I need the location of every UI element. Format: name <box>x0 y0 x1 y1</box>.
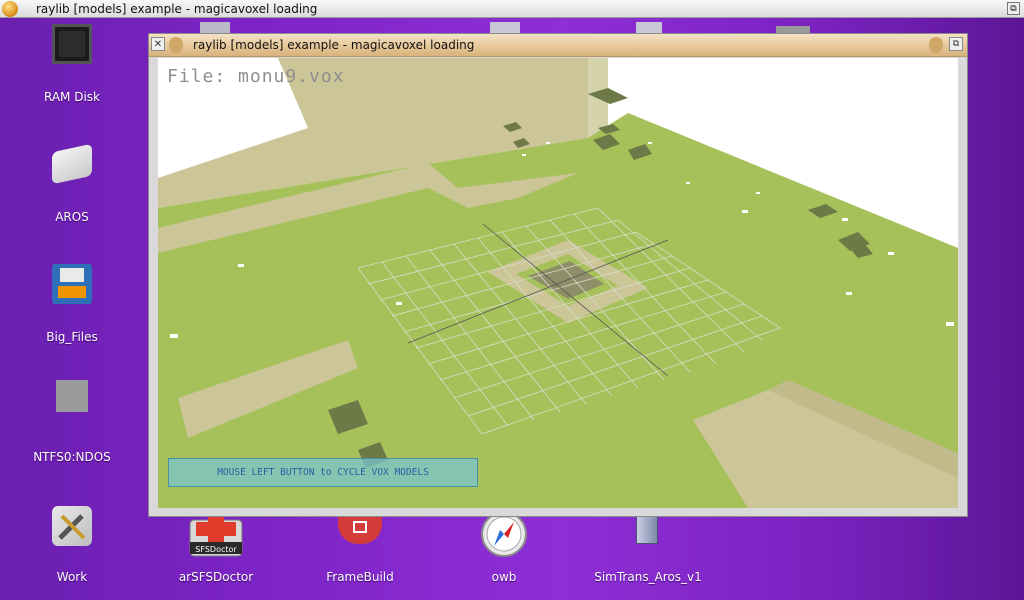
desktop-icon-ntfs0-ndos[interactable]: NTFS0:NDOS <box>12 380 132 470</box>
volume-icon <box>56 380 88 412</box>
screen-depth-icon[interactable]: ⧉ <box>1007 2 1020 15</box>
floppy-stripe <box>58 286 86 298</box>
desktop-icon-label: Big_Files <box>46 330 98 344</box>
sfsdoctor-icon: SFSDoctor <box>186 514 246 560</box>
svg-text:SFSDoctor: SFSDoctor <box>195 545 237 554</box>
close-icon[interactable]: ✕ <box>151 37 165 51</box>
desktop-icon-label: RAM Disk <box>43 90 100 104</box>
desktop-icon-work[interactable]: Work <box>12 504 132 588</box>
desktop-icon-label: AROS <box>55 210 89 224</box>
info-box: MOUSE LEFT BUTTON to CYCLE VOX MODELS <box>168 458 478 487</box>
titlebar-decoration <box>169 37 183 53</box>
wrench-icon <box>58 514 86 540</box>
desktop-icon-label: NTFS0:NDOS <box>33 450 111 464</box>
titlebar-decoration <box>929 37 943 53</box>
desktop-icon-label: arSFSDoctor <box>178 570 254 584</box>
chip-icon <box>52 24 92 64</box>
window-title: raylib [models] example - magicavoxel lo… <box>193 38 475 52</box>
screen-title: raylib [models] example - magicavoxel lo… <box>36 2 318 16</box>
desktop-icon-label: owb <box>491 570 517 584</box>
aros-orb-icon[interactable] <box>2 1 18 17</box>
floppy-icon <box>52 264 92 304</box>
desktop-icon-label: SimTrans_Aros_v1 <box>594 570 702 584</box>
compass-icon <box>480 510 528 558</box>
voxel-scene <box>158 58 958 508</box>
app-window[interactable]: ✕ raylib [models] example - magicavoxel … <box>148 33 968 517</box>
window-title-bar[interactable]: ✕ raylib [models] example - magicavoxel … <box>149 34 967 57</box>
tools-icon <box>52 506 92 546</box>
3d-viewport[interactable]: File: monu9.vox MOUSE LEFT BUTTON to CYC… <box>158 58 958 508</box>
info-text: MOUSE LEFT BUTTON to CYCLE VOX MODELS <box>217 467 429 478</box>
screen-title-bar[interactable]: raylib [models] example - magicavoxel lo… <box>0 0 1024 18</box>
zoom-icon[interactable]: ⧉ <box>949 37 963 51</box>
desktop-icon-label: Work <box>56 570 88 584</box>
desktop-icon-aros[interactable]: AROS <box>12 143 132 228</box>
desktop-icon-label: FrameBuild <box>326 570 394 584</box>
file-name-text: File: monu9.vox <box>167 66 345 87</box>
floppy-label <box>60 268 84 282</box>
desktop-icon-ram-disk[interactable]: RAM Disk <box>12 24 132 108</box>
drive-icon <box>52 143 92 185</box>
framebuild-icon <box>338 516 382 544</box>
desktop-icon-big-files[interactable]: Big_Files <box>12 264 132 348</box>
